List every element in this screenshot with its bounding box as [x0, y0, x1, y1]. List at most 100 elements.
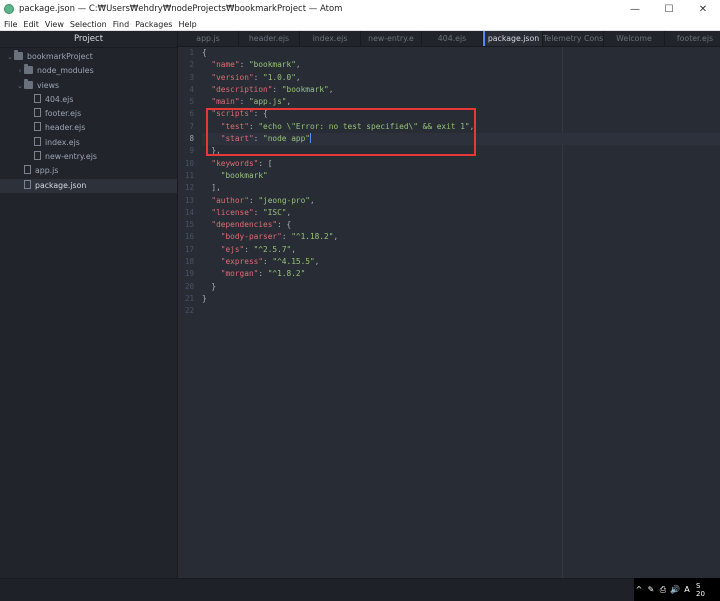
code-line[interactable]: "license": "ISC",: [202, 207, 720, 219]
line-number: 18: [184, 257, 194, 267]
menu-edit[interactable]: Edit: [20, 20, 42, 29]
file-icon: [24, 165, 31, 175]
code-line[interactable]: "body-parser": "^1.18.2",: [202, 231, 720, 243]
tree-item-app-js[interactable]: app.js: [0, 164, 177, 178]
json-string-token: "bookmark": [281, 84, 329, 94]
punctuation-token: [202, 85, 211, 94]
code-line[interactable]: "morgan": "^1.8.2": [202, 268, 720, 280]
chevron-down-icon: ⌄: [17, 81, 23, 90]
punctuation-token: ,: [314, 257, 320, 267]
tray-volume-icon[interactable]: 🔊: [670, 585, 680, 594]
tree-item-label: app.js: [35, 166, 59, 176]
tree-item-header-ejs[interactable]: header.ejs: [0, 121, 177, 135]
punctuation-token: [202, 257, 221, 266]
punctuation-token: [202, 220, 211, 229]
code-line[interactable]: }: [202, 293, 720, 305]
code-lines[interactable]: { "name": "bookmark", "version": "1.0.0"…: [202, 47, 720, 318]
tree-item-footer-ejs[interactable]: footer.ejs: [0, 107, 177, 121]
menu-file[interactable]: File: [0, 20, 20, 29]
folder-icon: [24, 64, 33, 75]
line-number: 19: [184, 269, 194, 279]
punctuation-token: ],: [202, 183, 221, 193]
code-line[interactable]: }: [202, 281, 720, 293]
punctuation-token: :: [263, 257, 273, 267]
code-line[interactable]: {: [202, 47, 720, 59]
tab-header-ejs[interactable]: header.ejs: [239, 31, 300, 46]
code-line[interactable]: ],: [202, 182, 720, 194]
line-number: 8: [189, 134, 194, 144]
json-key-token: "main": [211, 97, 240, 107]
code-line[interactable]: "main": "app.js",: [202, 96, 720, 108]
status-bar: [0, 578, 720, 601]
code-line[interactable]: "keywords": [: [202, 158, 720, 170]
maximize-button[interactable]: ☐: [652, 0, 686, 18]
punctuation-token: :: [253, 207, 264, 217]
chevron-right-icon: ›: [18, 67, 22, 76]
code-line[interactable]: "version": "1.0.0",: [202, 72, 720, 84]
file-icon: [24, 179, 31, 189]
code-line[interactable]: "bookmark": [202, 170, 720, 182]
menu-help[interactable]: Help: [175, 20, 199, 29]
tray-network-icon[interactable]: ⎙: [658, 585, 668, 595]
punctuation-token: :: [272, 84, 282, 94]
tray-chevron-icon[interactable]: ^: [634, 585, 644, 594]
code-line[interactable]: "express": "^4.15.5",: [202, 256, 720, 268]
code-line[interactable]: "author": "jeong-pro",: [202, 195, 720, 207]
tray-ime-icon[interactable]: A: [682, 585, 692, 594]
tray-pen-icon[interactable]: ✎: [646, 585, 656, 594]
tray-clock[interactable]: S 20: [696, 582, 705, 598]
code-line[interactable]: "name": "bookmark",: [202, 59, 720, 71]
tree-item-new-entry-ejs[interactable]: new-entry.ejs: [0, 150, 177, 164]
line-number: 11: [184, 170, 194, 180]
punctuation-token: :: [248, 195, 259, 205]
tab-index-ejs[interactable]: index.ejs: [300, 31, 361, 46]
json-key-token: "morgan": [220, 269, 259, 279]
tab-footer-ejs[interactable]: footer.ejs: [665, 31, 720, 46]
code-line[interactable]: "description": "bookmark",: [202, 84, 720, 96]
punctuation-token: ,: [333, 232, 339, 242]
menu-bar: File Edit View Selection Find Packages H…: [0, 18, 720, 31]
punctuation-token: :: [253, 72, 264, 82]
tree-item-bookmarkproject[interactable]: ⌄ bookmarkProject: [0, 50, 177, 64]
tree-item-node-modules[interactable]: › node_modules: [0, 64, 177, 78]
json-key-token: "dependencies": [211, 220, 278, 230]
menu-packages[interactable]: Packages: [132, 20, 175, 29]
menu-view[interactable]: View: [42, 20, 67, 29]
code-editor[interactable]: 1 2 3 4 5 6 7 8 9 10 11 12 13 14 15 16 17 18 19 20 21 22 { "n…: [178, 47, 720, 578]
tree-item-label: views: [37, 80, 60, 90]
json-string-token: "1.0.0": [263, 72, 296, 82]
tree-item-404-ejs[interactable]: 404.ejs: [0, 93, 177, 107]
code-line[interactable]: [202, 305, 720, 317]
tree-item-label: footer.ejs: [45, 109, 82, 119]
tab-telemetry-cons[interactable]: Telemetry Cons: [543, 31, 604, 46]
tree-item-index-ejs[interactable]: index.ejs: [0, 136, 177, 150]
tab-welcome[interactable]: Welcome: [604, 31, 665, 46]
punctuation-token: :: [239, 60, 249, 70]
code-line[interactable]: "dependencies": {: [202, 219, 720, 231]
annotation-highlight-box: [206, 108, 476, 156]
tree-item-views[interactable]: ⌄ views: [0, 78, 177, 93]
json-string-token: "bookmark": [220, 170, 268, 180]
tab-404-ejs[interactable]: 404.ejs: [422, 31, 483, 46]
close-button[interactable]: ✕: [686, 0, 720, 18]
tab-new-entry-e[interactable]: new-entry.e: [361, 31, 422, 46]
line-number-gutter: 1 2 3 4 5 6 7 8 9 10 11 12 13 14 15 16 17 18 19 20 21 22: [178, 47, 194, 318]
windows-taskbar-tray: ^ ✎ ⎙ 🔊 A S 20: [634, 578, 720, 601]
menu-find[interactable]: Find: [110, 20, 132, 29]
json-string-token: "^1.18.2": [291, 232, 334, 242]
tree-item-label: new-entry.ejs: [45, 152, 97, 162]
punctuation-token: : {: [277, 220, 292, 230]
file-icon: [34, 136, 41, 146]
tree-item-package-json[interactable]: package.json: [0, 178, 177, 193]
tree-item-label: bookmarkProject: [27, 52, 93, 61]
menu-selection[interactable]: Selection: [67, 20, 110, 29]
tab-package-json[interactable]: package.json: [483, 31, 543, 46]
minimize-button[interactable]: —: [618, 0, 652, 18]
code-line[interactable]: "ejs": "^2.5.7",: [202, 244, 720, 256]
punctuation-token: {: [202, 48, 207, 57]
line-number: 9: [189, 146, 194, 156]
punctuation-token: [202, 159, 211, 168]
tab-app-js[interactable]: app.js: [178, 31, 239, 46]
punctuation-token: :: [239, 97, 249, 107]
punctuation-token: ,: [309, 195, 315, 205]
